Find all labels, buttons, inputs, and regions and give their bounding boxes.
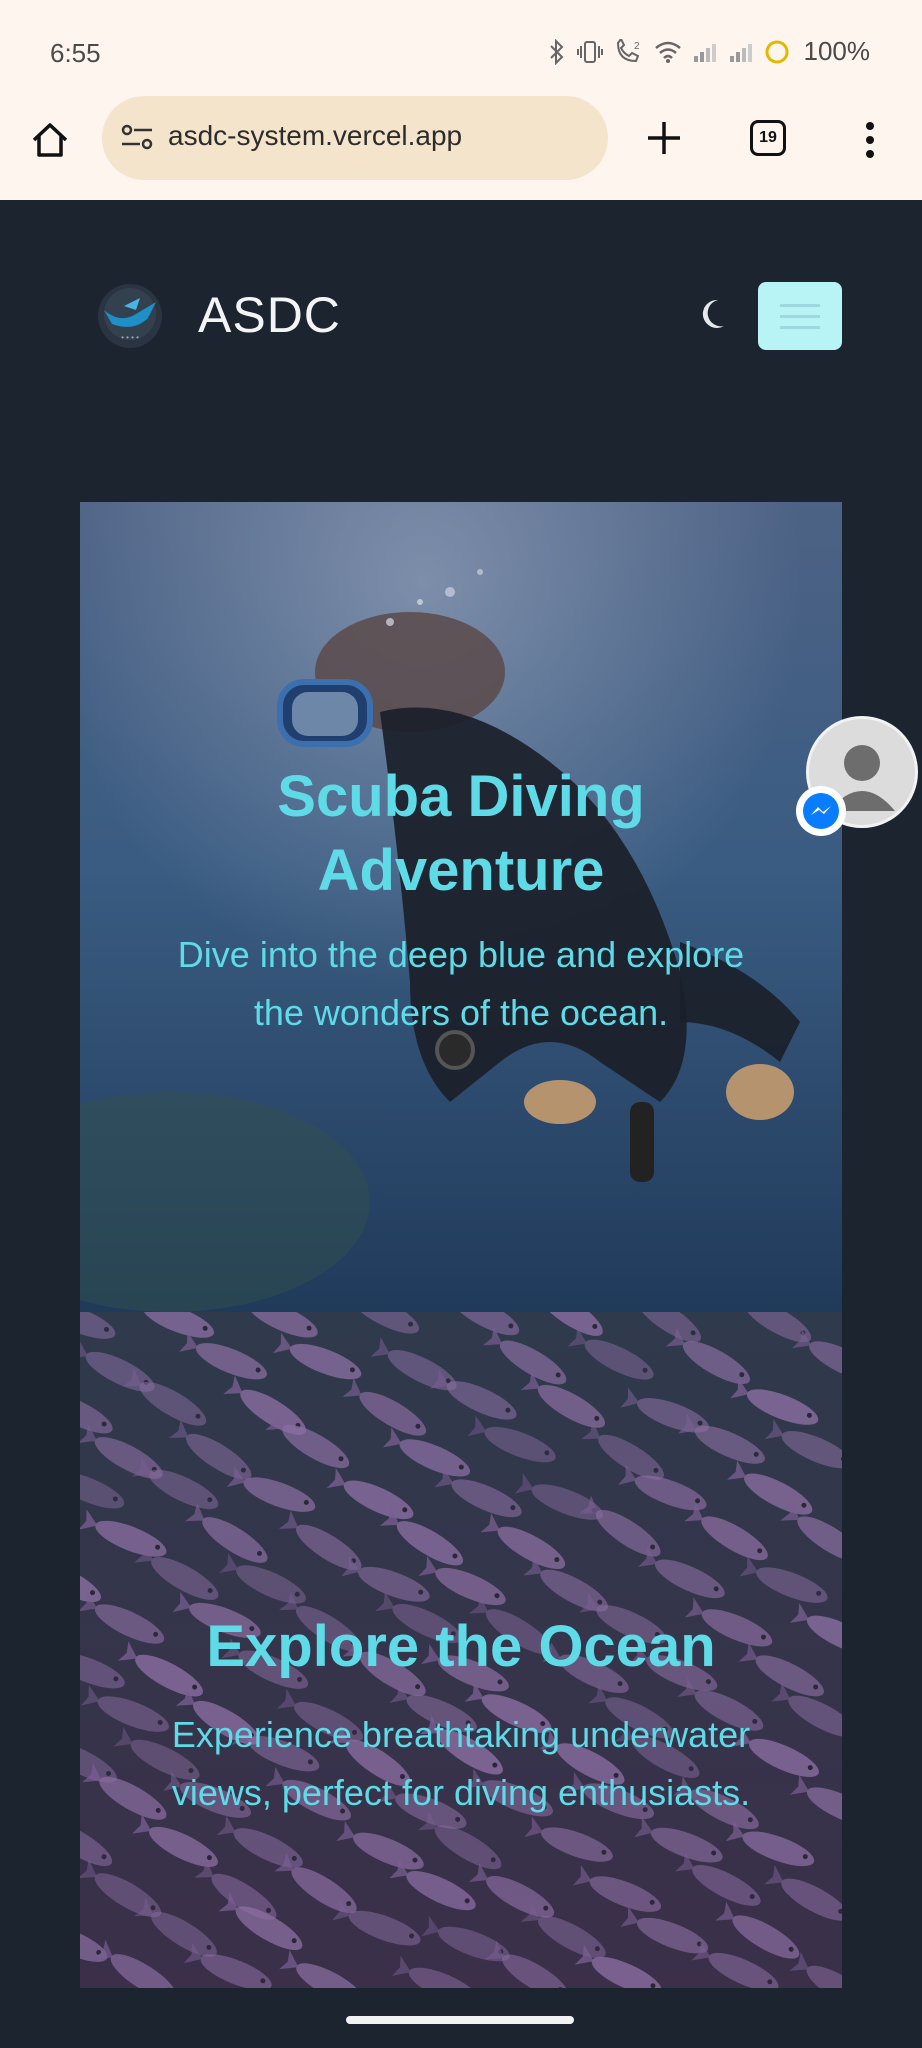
site-logo[interactable]: • • • • <box>90 276 170 356</box>
nav-menu-button[interactable] <box>758 282 842 350</box>
status-bar: 6:55 2 100% <box>0 0 922 100</box>
home-button[interactable] <box>28 118 72 162</box>
wifi-calling-icon: 2 <box>614 38 644 65</box>
hero-slide-scuba: Scuba Diving Adventure Dive into the dee… <box>80 502 842 1312</box>
signal-icon <box>692 40 718 64</box>
web-page: • • • • ASDC Scuba Diving Adventure Dive… <box>0 200 922 2048</box>
site-info-icon[interactable] <box>120 122 154 157</box>
messenger-badge[interactable] <box>796 786 846 836</box>
vibrate-icon <box>576 39 604 65</box>
home-icon <box>32 123 68 157</box>
svg-text:2: 2 <box>634 41 640 52</box>
browser-menu-button[interactable] <box>858 118 882 162</box>
slide-1-title: Scuba Diving Adventure <box>80 760 842 908</box>
hamburger-line <box>780 315 820 318</box>
plus-icon <box>648 122 680 154</box>
slide-1-subtitle: Dive into the deep blue and explore the … <box>80 926 842 1042</box>
battery-icon <box>764 39 790 65</box>
slide-2-subtitle-line-2: views, perfect for diving enthusiasts. <box>171 1772 751 1813</box>
hero-text-2: Explore the Ocean Experience breathtakin… <box>80 1610 842 1822</box>
hero-text-1: Scuba Diving Adventure Dive into the dee… <box>80 760 842 1042</box>
slide-2-title: Explore the Ocean <box>206 1614 716 1679</box>
slide-1-subtitle-line-1: Dive into the deep blue and explore <box>177 934 745 975</box>
browser-toolbar: asdc-system.vercel.app 19 <box>0 96 922 201</box>
slide-1-title-line-2: Adventure <box>317 838 605 903</box>
signal-icon <box>728 40 754 64</box>
new-tab-button[interactable] <box>640 114 688 162</box>
hamburger-line <box>780 326 820 329</box>
slide-2-subtitle: Experience breathtaking underwater views… <box>80 1706 842 1822</box>
logo-icon: • • • • <box>98 284 162 348</box>
battery-percent: 100% <box>803 36 871 66</box>
hero-slide-ocean: Explore the Ocean Experience breathtakin… <box>80 1312 842 1988</box>
hamburger-icon <box>780 304 820 307</box>
status-time: 6:55 <box>50 38 101 68</box>
address-bar[interactable]: asdc-system.vercel.app <box>102 96 608 180</box>
messenger-icon <box>803 793 839 829</box>
gesture-navigation-bar[interactable] <box>346 2016 574 2024</box>
more-vert-icon <box>866 122 874 158</box>
slide-2-subtitle-line-1: Experience breathtaking underwater <box>171 1714 751 1755</box>
tab-switcher-button[interactable]: 19 <box>750 120 786 156</box>
bluetooth-icon <box>548 38 566 65</box>
status-icons: 2 100% <box>548 36 871 67</box>
url-text[interactable]: asdc-system.vercel.app <box>168 120 462 152</box>
theme-toggle[interactable] <box>698 296 736 339</box>
slide-1-title-line-1: Scuba Diving <box>277 764 645 829</box>
brand-name[interactable]: ASDC <box>198 286 341 344</box>
slide-1-subtitle-line-2: the wonders of the ocean. <box>253 992 669 1033</box>
svg-text:• • • •: • • • • <box>121 333 139 342</box>
moon-icon <box>702 299 724 328</box>
wifi-icon <box>654 40 682 64</box>
